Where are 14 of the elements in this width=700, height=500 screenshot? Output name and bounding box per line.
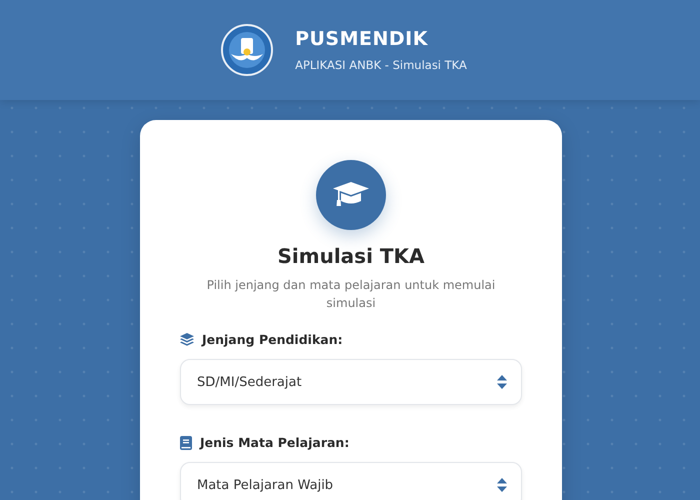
field-label: Jenjang Pendidikan: xyxy=(202,332,343,347)
dropdown-select[interactable]: Mata Pelajaran Wajib xyxy=(180,462,522,500)
graduation-cap-icon xyxy=(333,182,369,208)
field-label: Jenis Mata Pelajaran: xyxy=(200,435,350,450)
app-title: PUSMENDIK xyxy=(295,28,429,50)
dropdown-select[interactable]: SD/MI/Sederajat xyxy=(180,359,522,405)
logo-icon xyxy=(221,24,274,76)
card-description: Pilih jenjang dan mata pelajaran untuk memulai simulasi xyxy=(206,277,496,312)
sort-arrows-icon xyxy=(497,375,507,389)
app-subtitle: APLIKASI ANBK - Simulasi TKA xyxy=(295,58,467,72)
card-title: Simulasi TKA xyxy=(276,244,426,268)
layers-icon xyxy=(180,333,194,346)
book-icon xyxy=(180,436,192,450)
sort-arrows-icon xyxy=(497,478,507,492)
